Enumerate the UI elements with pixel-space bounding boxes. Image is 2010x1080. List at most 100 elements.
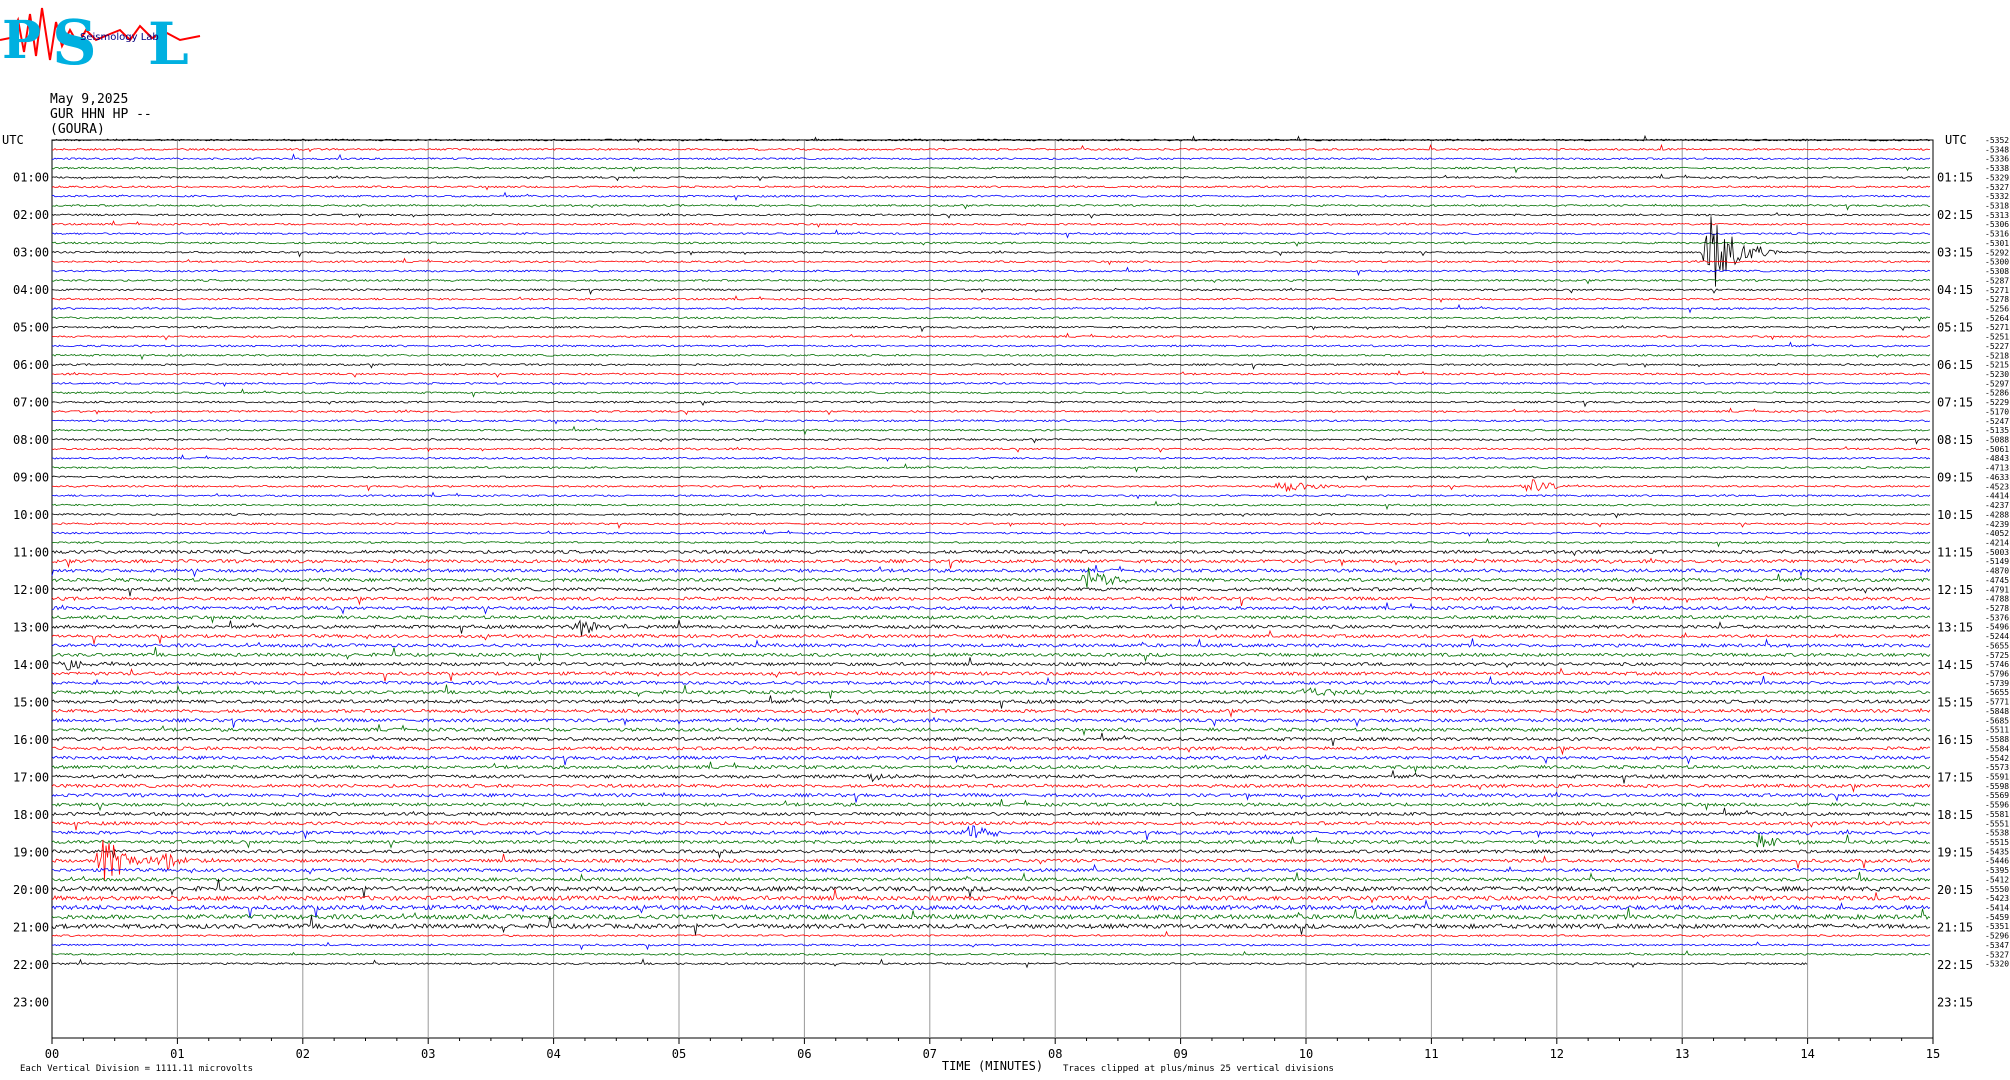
right-axis-title: UTC [1945, 133, 1967, 147]
left-hour-label: 17:00 [13, 771, 49, 785]
seismic-trace [51, 143, 1931, 153]
trace-offset-label: -5300 [1985, 258, 2009, 267]
seismic-trace [51, 537, 1931, 548]
seismic-trace [51, 647, 1931, 663]
left-hour-label: 19:00 [13, 846, 49, 860]
trace-offset-label: -5352 [1985, 136, 2009, 145]
trace-offset-label: -5591 [1985, 772, 2009, 781]
trace-offset-label: -4237 [1985, 501, 2009, 510]
trace-offset-label: -5287 [1985, 276, 2009, 285]
trace-offset-label: -5739 [1985, 679, 2009, 688]
seismic-trace [51, 799, 1931, 812]
seismic-trace [51, 512, 1930, 519]
right-hour-label: 17:15 [1937, 771, 1973, 785]
trace-offset-label: -5573 [1985, 763, 2009, 772]
left-hour-label: 16:00 [13, 733, 49, 747]
seismic-trace [51, 707, 1931, 718]
trace-offset-label: -5170 [1985, 407, 2009, 416]
x-tick-label: 05 [672, 1047, 686, 1061]
vertical-division-note: Each Vertical Division = 1111.11 microvo… [20, 1064, 253, 1074]
trace-offset-label: -5271 [1985, 286, 2009, 295]
seismic-trace [51, 425, 1931, 436]
seismic-trace [51, 716, 1931, 728]
seismic-trace [52, 325, 1930, 333]
seismic-trace [51, 203, 1931, 211]
x-tick-label: 09 [1173, 1047, 1187, 1061]
seismic-trace [51, 820, 1931, 831]
right-hour-label: 01:15 [1937, 171, 1973, 185]
left-hour-label: 15:00 [13, 696, 49, 710]
seismic-trace [51, 362, 1931, 370]
x-tick-label: 06 [797, 1047, 811, 1061]
x-tick-label: 03 [421, 1047, 435, 1061]
x-tick-label: 13 [1675, 1047, 1689, 1061]
trace-offset-label: -4843 [1985, 454, 2009, 463]
trace-offset-label: -5318 [1985, 202, 2009, 211]
trace-offset-label: -5423 [1985, 894, 2009, 903]
seismic-trace [51, 153, 1931, 161]
left-hour-label: 22:00 [13, 958, 49, 972]
right-hour-label: 09:15 [1937, 471, 1973, 485]
seismic-trace [51, 316, 1931, 322]
seismic-trace [51, 950, 1931, 956]
right-hour-label: 11:15 [1937, 546, 1973, 560]
trace-offset-label: -4288 [1985, 510, 2009, 519]
x-tick-label: 00 [45, 1047, 59, 1061]
trace-offset-label: -5584 [1985, 744, 2009, 753]
seismic-trace [51, 549, 1931, 557]
seismic-trace [51, 833, 1931, 849]
trace-offset-label: -4414 [1985, 492, 2009, 501]
seismic-trace [51, 500, 1931, 511]
left-hour-label: 03:00 [13, 246, 49, 260]
seismic-trace [51, 732, 1931, 746]
trace-offset-label: -5725 [1985, 651, 2009, 660]
trace-offset-label: -5251 [1985, 333, 2009, 342]
trace-offset-label: -5327 [1985, 183, 2009, 192]
seismic-trace [51, 418, 1931, 425]
seismic-trace [51, 241, 1931, 247]
right-hour-label: 12:15 [1937, 583, 1973, 597]
right-hour-label: 20:15 [1937, 883, 1973, 897]
trace-offset-label: -5264 [1985, 314, 2009, 323]
left-hour-label: 08:00 [13, 433, 49, 447]
trace-offset-label: -5292 [1985, 248, 2009, 257]
seismic-trace [51, 770, 1931, 784]
trace-offset-label: -5685 [1985, 716, 2009, 725]
right-hour-label: 04:15 [1937, 283, 1973, 297]
right-hour-label: 13:15 [1937, 621, 1973, 635]
trace-offset-label: -5301 [1985, 239, 2009, 248]
trace-offset-label: -5581 [1985, 810, 2009, 819]
trace-offset-label: -5551 [1985, 819, 2009, 828]
seismic-trace [51, 446, 1931, 453]
seismic-trace [51, 745, 1931, 756]
trace-offset-label: -5336 [1985, 155, 2009, 164]
seismic-trace [51, 684, 1931, 699]
seismic-trace [51, 565, 1931, 578]
trace-offset-label: -4214 [1985, 538, 2009, 547]
left-hour-label: 01:00 [13, 171, 49, 185]
left-hour-label: 12:00 [13, 583, 49, 597]
helicorder-chart: 00 01 02 03 04 05 06 07 08 09 10 11 12 13 14 15 UTC UTC TI… [2, 133, 2009, 1074]
seismic-trace [51, 791, 1931, 803]
trace-offset-label: -5297 [1985, 379, 2009, 388]
trace-offset-label: -4745 [1985, 576, 2009, 585]
seismic-trace [51, 667, 1931, 682]
trace-offset-label: -5271 [1985, 323, 2009, 332]
x-tick-label: 04 [546, 1047, 560, 1061]
seismic-trace [51, 134, 1931, 143]
right-hour-label: 21:15 [1937, 921, 1973, 935]
x-tick-label: 02 [296, 1047, 310, 1061]
trace-offset-label: -5003 [1985, 548, 2009, 557]
trace-offset-label: -5550 [1985, 885, 2009, 894]
trace-offset-label: -5395 [1985, 866, 2009, 875]
right-hour-label: 07:15 [1937, 396, 1973, 410]
trace-offset-label: -5308 [1985, 267, 2009, 276]
trace-offset-label: -5848 [1985, 707, 2009, 716]
seismic-trace [51, 400, 1931, 408]
seismic-trace [51, 287, 1931, 296]
trace-offset-label: -5542 [1985, 754, 2009, 763]
seismic-trace [51, 521, 1931, 530]
x-axis-label: TIME (MINUTES) [942, 1059, 1043, 1073]
trace-offset-label: -5746 [1985, 660, 2009, 669]
seismic-trace [51, 388, 1931, 398]
